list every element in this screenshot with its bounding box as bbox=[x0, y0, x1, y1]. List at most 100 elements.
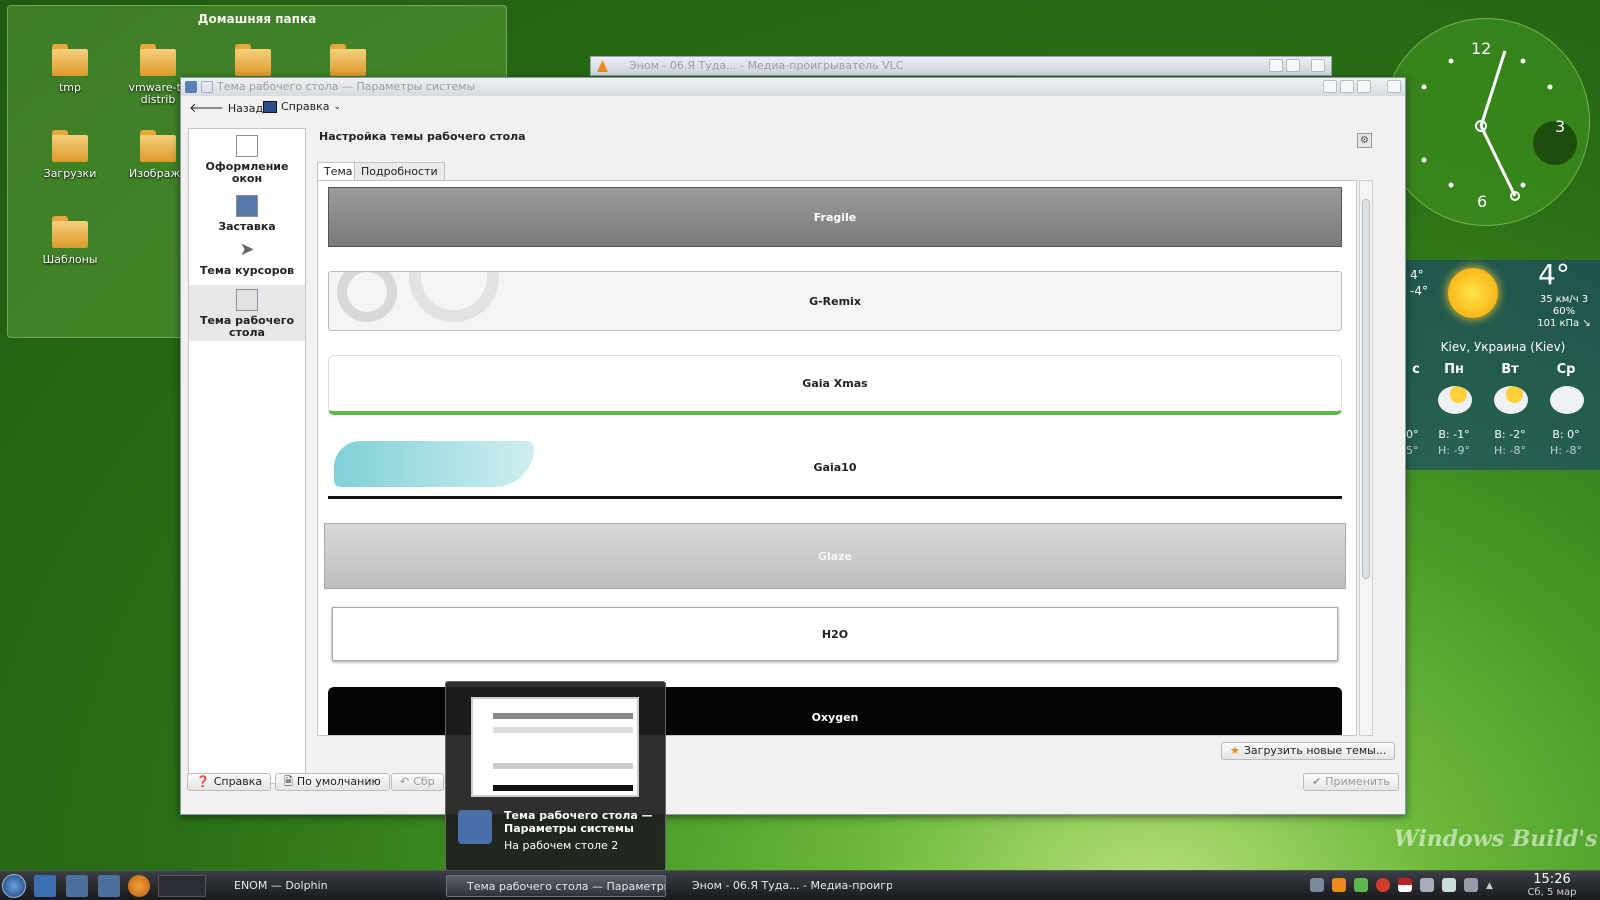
desktop-icon-templates[interactable]: Шаблоны bbox=[28, 216, 112, 266]
task-system-settings[interactable]: Тема рабочего стола — Параметры bbox=[446, 875, 666, 897]
splash-icon bbox=[236, 195, 258, 217]
weather-high-temp: 4° bbox=[1410, 268, 1424, 282]
task-dolphin[interactable]: ENOM — Dolphin bbox=[214, 875, 434, 897]
clock-numeral-12: 12 bbox=[1471, 39, 1492, 58]
folder-view-title: Домашняя папка bbox=[197, 12, 317, 26]
maximize-button[interactable] bbox=[1357, 80, 1371, 93]
pager[interactable] bbox=[158, 875, 206, 897]
window-titlebar[interactable]: Тема рабочего стола — Параметры системы bbox=[181, 78, 1405, 96]
desktop-icon-downloads[interactable]: Загрузки bbox=[28, 130, 112, 180]
vlc-close-button[interactable] bbox=[1311, 59, 1325, 72]
tray-vlc-icon[interactable] bbox=[1332, 878, 1346, 892]
taskbar-clock-time[interactable]: 15:26 bbox=[1512, 872, 1592, 887]
theme-item-fragile[interactable]: Fragile bbox=[328, 187, 1342, 247]
circle-decoration-icon bbox=[337, 272, 397, 322]
help-button[interactable]: ❓ Справка bbox=[187, 773, 272, 791]
partly-cloudy-icon bbox=[1494, 386, 1528, 414]
folder-icon bbox=[235, 44, 271, 76]
weather-humidity: 60% bbox=[1552, 306, 1576, 317]
back-button[interactable]: 🡐 Назад bbox=[189, 100, 263, 116]
reset-button[interactable]: ↶ Сбр bbox=[391, 773, 444, 791]
forecast-day: Пн bbox=[1444, 362, 1464, 377]
checkmark-icon: ✔ bbox=[1312, 775, 1322, 788]
cursor-icon: ➤ bbox=[239, 239, 255, 260]
vlc-minimize-button[interactable] bbox=[1269, 59, 1283, 72]
sidebar-item-window-decorations[interactable]: Оформление окон bbox=[189, 135, 305, 191]
sidebar-item-splash[interactable]: Заставка bbox=[189, 195, 305, 235]
weather-pressure: 101 кПа ↘ bbox=[1537, 318, 1591, 329]
forecast-low: Н: -9° bbox=[1438, 444, 1470, 457]
undo-icon: ↶ bbox=[400, 775, 410, 788]
sidebar-item-cursors[interactable]: ➤ Тема курсоров bbox=[189, 239, 305, 281]
desktop-icon-tmp[interactable]: tmp bbox=[28, 44, 112, 94]
forecast-high: В: 0° bbox=[1552, 428, 1580, 441]
minimize-button[interactable] bbox=[1340, 80, 1354, 93]
tray-info-icon[interactable] bbox=[1310, 878, 1324, 892]
sidebar-item-desktop-theme[interactable]: Тема рабочего стола bbox=[189, 285, 305, 341]
tab-details[interactable]: Подробности bbox=[354, 162, 445, 180]
vlc-window-title: Эном - 06.Я Туда... - Медиа-проигрывател… bbox=[629, 59, 904, 72]
forecast-low: Н: -8° bbox=[1494, 444, 1526, 457]
theme-item-g-remix[interactable]: G-Remix bbox=[328, 271, 1342, 331]
start-menu-icon[interactable] bbox=[2, 874, 26, 898]
taskbar: ENOM — Dolphin Тема рабочего стола — Пар… bbox=[0, 870, 1600, 900]
vlc-maximize-button[interactable] bbox=[1286, 59, 1300, 72]
tray-clipboard-icon[interactable] bbox=[1420, 878, 1434, 892]
document-icon: 🗎 bbox=[284, 775, 293, 788]
weather-forecast: с 0° 5° Пн В: -1° Н: -9° Вт В: -2° Н: -8… bbox=[1406, 362, 1600, 466]
defaults-button[interactable]: 🗎 По умолчанию bbox=[275, 773, 390, 791]
tray-alert-icon[interactable] bbox=[1376, 878, 1390, 892]
forecast-day: Ср bbox=[1556, 362, 1576, 377]
taskbar-clock-date[interactable]: Сб, 5 мар bbox=[1512, 887, 1592, 898]
tray-expand-icon[interactable]: ▲ bbox=[1486, 881, 1493, 891]
forecast-low: Н: -8° bbox=[1550, 444, 1582, 457]
preview-subtitle: На рабочем столе 2 bbox=[504, 839, 619, 852]
folder-icon bbox=[140, 130, 176, 162]
folder-icon bbox=[52, 216, 88, 248]
forecast-day: Вт bbox=[1501, 362, 1519, 377]
help-menu-button[interactable]: Справка ⌄ bbox=[263, 100, 341, 113]
clock-numeral-6: 6 bbox=[1477, 192, 1488, 211]
launcher-settings-icon[interactable] bbox=[66, 875, 88, 897]
apply-button[interactable]: ✔ Применить bbox=[1303, 773, 1399, 791]
weather-location: Kiev, Украина (Kiev) bbox=[1440, 340, 1566, 354]
theme-item-gaia-xmas[interactable]: Gaia Xmas bbox=[328, 355, 1342, 415]
vlc-window-titlebar[interactable]: Эном - 06.Я Туда... - Медиа-проигрывател… bbox=[590, 56, 1332, 76]
launcher-browser-icon[interactable] bbox=[128, 875, 150, 897]
document-folder-icon bbox=[330, 44, 366, 76]
weather-widget[interactable]: 4° -4° 4° 35 км/ч 3 60% 101 кПа ↘ Kiev, … bbox=[1406, 258, 1600, 470]
get-new-themes-button[interactable]: ★ Загрузить новые темы... bbox=[1221, 742, 1396, 760]
window-menu-icon[interactable] bbox=[201, 81, 213, 93]
configure-icon[interactable]: ⚙ bbox=[1357, 133, 1372, 148]
weather-low-temp: -4° bbox=[1410, 284, 1428, 298]
window-deco-icon bbox=[236, 135, 258, 157]
scrollbar-thumb[interactable] bbox=[1362, 199, 1370, 579]
theme-item-gaia10[interactable]: Gaia10 bbox=[328, 439, 1342, 499]
tray-keyboard-layout-icon[interactable] bbox=[1398, 878, 1412, 892]
launcher-dolphin-icon[interactable] bbox=[34, 875, 56, 897]
theme-item-glaze[interactable]: Glaze bbox=[324, 523, 1346, 589]
page-title: Настройка темы рабочего стола bbox=[319, 130, 526, 143]
analog-clock-widget[interactable]: 12 3 6 bbox=[1382, 18, 1590, 226]
preview-title: Тема рабочего стола — Параметры системы bbox=[504, 809, 653, 835]
tray-device-icon[interactable] bbox=[1464, 878, 1478, 892]
wave-decoration-icon bbox=[334, 441, 534, 487]
taskbar-window-preview[interactable]: Тема рабочего стола — Параметры системы … bbox=[445, 681, 666, 871]
toolbar: 🡐 Назад Справка ⌄ bbox=[181, 96, 1405, 122]
launcher-tools-icon[interactable] bbox=[98, 875, 120, 897]
app-icon[interactable] bbox=[185, 81, 197, 93]
folder-icon bbox=[140, 44, 176, 76]
theme-list-scrollbar[interactable] bbox=[1359, 180, 1373, 736]
arrow-left-icon: 🡐 bbox=[189, 101, 224, 116]
tray-volume-icon[interactable] bbox=[1442, 878, 1456, 892]
forecast-high: 0° bbox=[1406, 428, 1419, 441]
forecast-day: с bbox=[1412, 362, 1420, 377]
task-vlc[interactable]: Эном - 06.Я Туда... - Медиа-проигры bbox=[672, 875, 892, 897]
tray-network-icon[interactable] bbox=[1354, 878, 1368, 892]
close-button[interactable] bbox=[1387, 80, 1401, 93]
theme-item-h2o[interactable]: H2O bbox=[332, 607, 1338, 661]
help-titlebar-button[interactable] bbox=[1323, 80, 1337, 93]
star-icon: ★ bbox=[1230, 744, 1240, 757]
circle-decoration-icon bbox=[409, 272, 499, 322]
theme-list[interactable]: Fragile G-Remix Gaia Xmas Gaia10 Glaze H… bbox=[317, 180, 1357, 736]
